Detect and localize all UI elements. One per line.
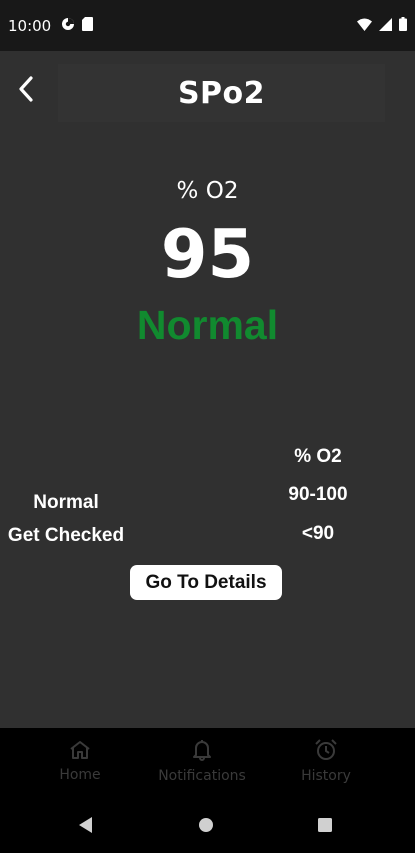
nav-item-home[interactable]: Home [40,728,120,795]
signal-icon [379,16,392,35]
battery-icon [399,16,407,35]
range-value-normal: 90-100 [288,484,348,505]
nav-label-home: Home [59,767,101,783]
reading-unit-label: % O2 [176,178,239,204]
reading-status: Normal [136,302,279,348]
range-label-normal: Normal [33,492,99,513]
sd-card-icon [82,16,94,35]
alarm-clock-icon [314,739,338,765]
nav-label-history: History [301,768,351,784]
reading-value: 95 [160,215,255,293]
bottom-nav: Home Notifications History [0,728,415,795]
status-time: 10:00 [8,16,52,35]
nav-label-notifications: Notifications [158,768,246,784]
back-triangle-icon[interactable] [75,814,97,836]
range-label-get-checked: Get Checked [7,525,125,546]
status-left-icons [61,16,94,35]
recents-square-icon[interactable] [314,814,336,836]
range-column-header: % O2 [294,446,342,467]
go-to-details-button[interactable]: Go To Details [130,565,282,600]
system-nav-bar [0,795,415,853]
nav-item-history[interactable]: History [286,728,366,795]
bell-icon [192,739,212,765]
home-icon [69,740,91,764]
wifi-icon [357,16,372,35]
status-bar: 10:00 [0,0,415,51]
home-circle-icon[interactable] [195,814,217,836]
page-title: SPo2 [177,75,266,111]
data-saver-icon [61,16,75,35]
app-bar: SPo2 [0,51,415,134]
nav-item-notifications[interactable]: Notifications [146,728,258,795]
title-container: SPo2 [58,64,385,122]
chevron-left-icon [16,75,36,107]
status-right-icons [357,16,407,35]
back-button[interactable] [10,69,42,113]
range-value-get-checked: <90 [301,523,335,544]
